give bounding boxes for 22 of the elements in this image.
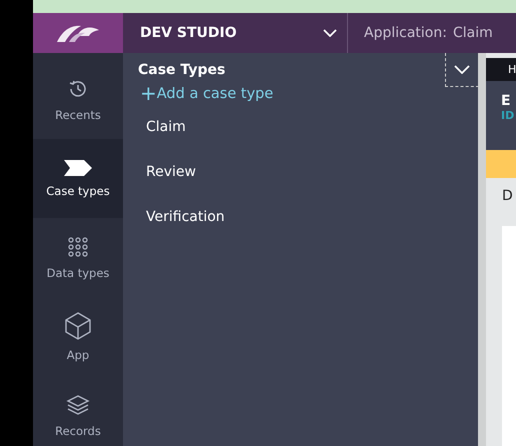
- cube-icon: [65, 312, 91, 340]
- case-type-item[interactable]: Review: [123, 150, 478, 195]
- tab[interactable]: H: [508, 63, 516, 76]
- layers-icon: [66, 394, 90, 416]
- nav-item[interactable]: Data types: [33, 218, 123, 297]
- case-type-item[interactable]: Verification: [123, 195, 478, 240]
- chevron-down-icon: [323, 29, 337, 37]
- application-name[interactable]: Claim: [452, 25, 493, 41]
- application-label: Application:: [364, 25, 447, 41]
- section-heading: D: [502, 188, 513, 204]
- nav-item[interactable]: App: [33, 297, 123, 376]
- case-type-item[interactable]: Claim: [123, 105, 478, 150]
- case-id: ID: [501, 109, 514, 122]
- status-banner: [486, 150, 516, 178]
- dot-grid-icon: [67, 236, 89, 258]
- case-title: E: [501, 93, 511, 110]
- nav-item[interactable]: Case types: [33, 139, 123, 218]
- chevron-shape-icon: [64, 160, 92, 176]
- chevron-down-icon: [454, 65, 470, 74]
- nav-item[interactable]: Records: [33, 376, 123, 446]
- nav-item[interactable]: Recents: [33, 60, 123, 139]
- panel-title: Case Types: [137, 61, 226, 78]
